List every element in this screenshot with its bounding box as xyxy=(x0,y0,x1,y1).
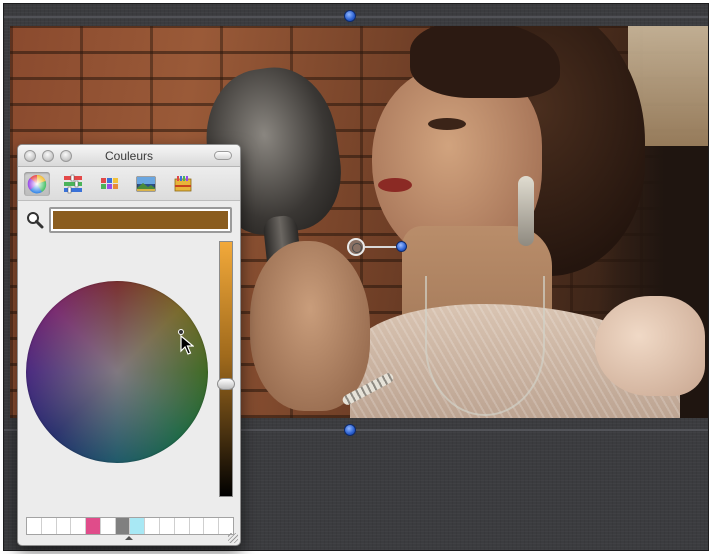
photo-hand xyxy=(250,241,370,411)
current-color-swatch xyxy=(53,211,228,229)
bottom-guide-knob[interactable] xyxy=(344,424,356,436)
saved-swatch[interactable] xyxy=(27,518,42,534)
photo-necklace xyxy=(425,276,545,416)
panel-title: Couleurs xyxy=(104,149,154,163)
saved-swatch[interactable] xyxy=(174,518,190,534)
saved-swatch[interactable] xyxy=(130,518,146,534)
color-wheel-area xyxy=(18,237,218,537)
color-wheel[interactable] xyxy=(26,281,208,463)
photo-dress-ruffle xyxy=(595,296,705,396)
sliders-icon xyxy=(64,174,82,194)
saved-swatch[interactable] xyxy=(71,518,87,534)
color-sliders-mode-button[interactable] xyxy=(60,172,86,196)
mouse-pointer-icon xyxy=(180,335,194,355)
crayons-mode-button[interactable] xyxy=(170,172,196,196)
panel-titlebar[interactable]: Couleurs xyxy=(18,145,240,167)
top-guide-knob[interactable] xyxy=(344,10,356,22)
toolbar-toggle-button[interactable] xyxy=(214,151,232,160)
saved-swatches-strip xyxy=(26,517,234,535)
brightness-slider-thumb[interactable] xyxy=(217,378,235,390)
photo-eye xyxy=(428,118,466,130)
color-mode-toolbar xyxy=(18,167,240,201)
color-wheel-mode-button[interactable] xyxy=(24,172,50,196)
panel-resize-grip[interactable] xyxy=(228,533,238,543)
saved-swatch[interactable] xyxy=(41,518,57,534)
saved-swatch[interactable] xyxy=(145,518,161,534)
color-wheel-icon xyxy=(27,174,47,194)
saved-swatch[interactable] xyxy=(204,518,220,534)
color-palettes-mode-button[interactable] xyxy=(97,172,123,196)
color-sampler-knob[interactable] xyxy=(396,241,407,252)
photo-bangs xyxy=(410,26,560,98)
saved-swatch[interactable] xyxy=(189,518,205,534)
swatch-strip-drag-handle[interactable] xyxy=(125,536,133,540)
crayon-box-icon xyxy=(174,176,192,192)
saved-swatch[interactable] xyxy=(160,518,175,534)
photo-lips xyxy=(378,178,412,192)
current-color-well[interactable] xyxy=(49,207,232,233)
palette-grid-icon xyxy=(101,178,118,189)
brightness-slider[interactable] xyxy=(219,241,233,497)
saved-swatch[interactable] xyxy=(115,518,131,534)
color-sampler-line xyxy=(365,246,397,248)
saved-swatch[interactable] xyxy=(219,518,233,534)
magnifier-icon[interactable] xyxy=(26,211,44,229)
saved-swatch[interactable] xyxy=(56,518,72,534)
top-guide-line xyxy=(4,16,708,18)
saved-swatch[interactable] xyxy=(86,518,101,534)
saved-swatch[interactable] xyxy=(100,518,116,534)
photo-earring xyxy=(518,176,534,246)
image-palettes-mode-button[interactable] xyxy=(133,172,159,196)
image-palette-icon xyxy=(136,176,156,192)
color-sampler-handle[interactable] xyxy=(347,238,365,256)
colors-panel: Couleurs xyxy=(17,144,241,546)
